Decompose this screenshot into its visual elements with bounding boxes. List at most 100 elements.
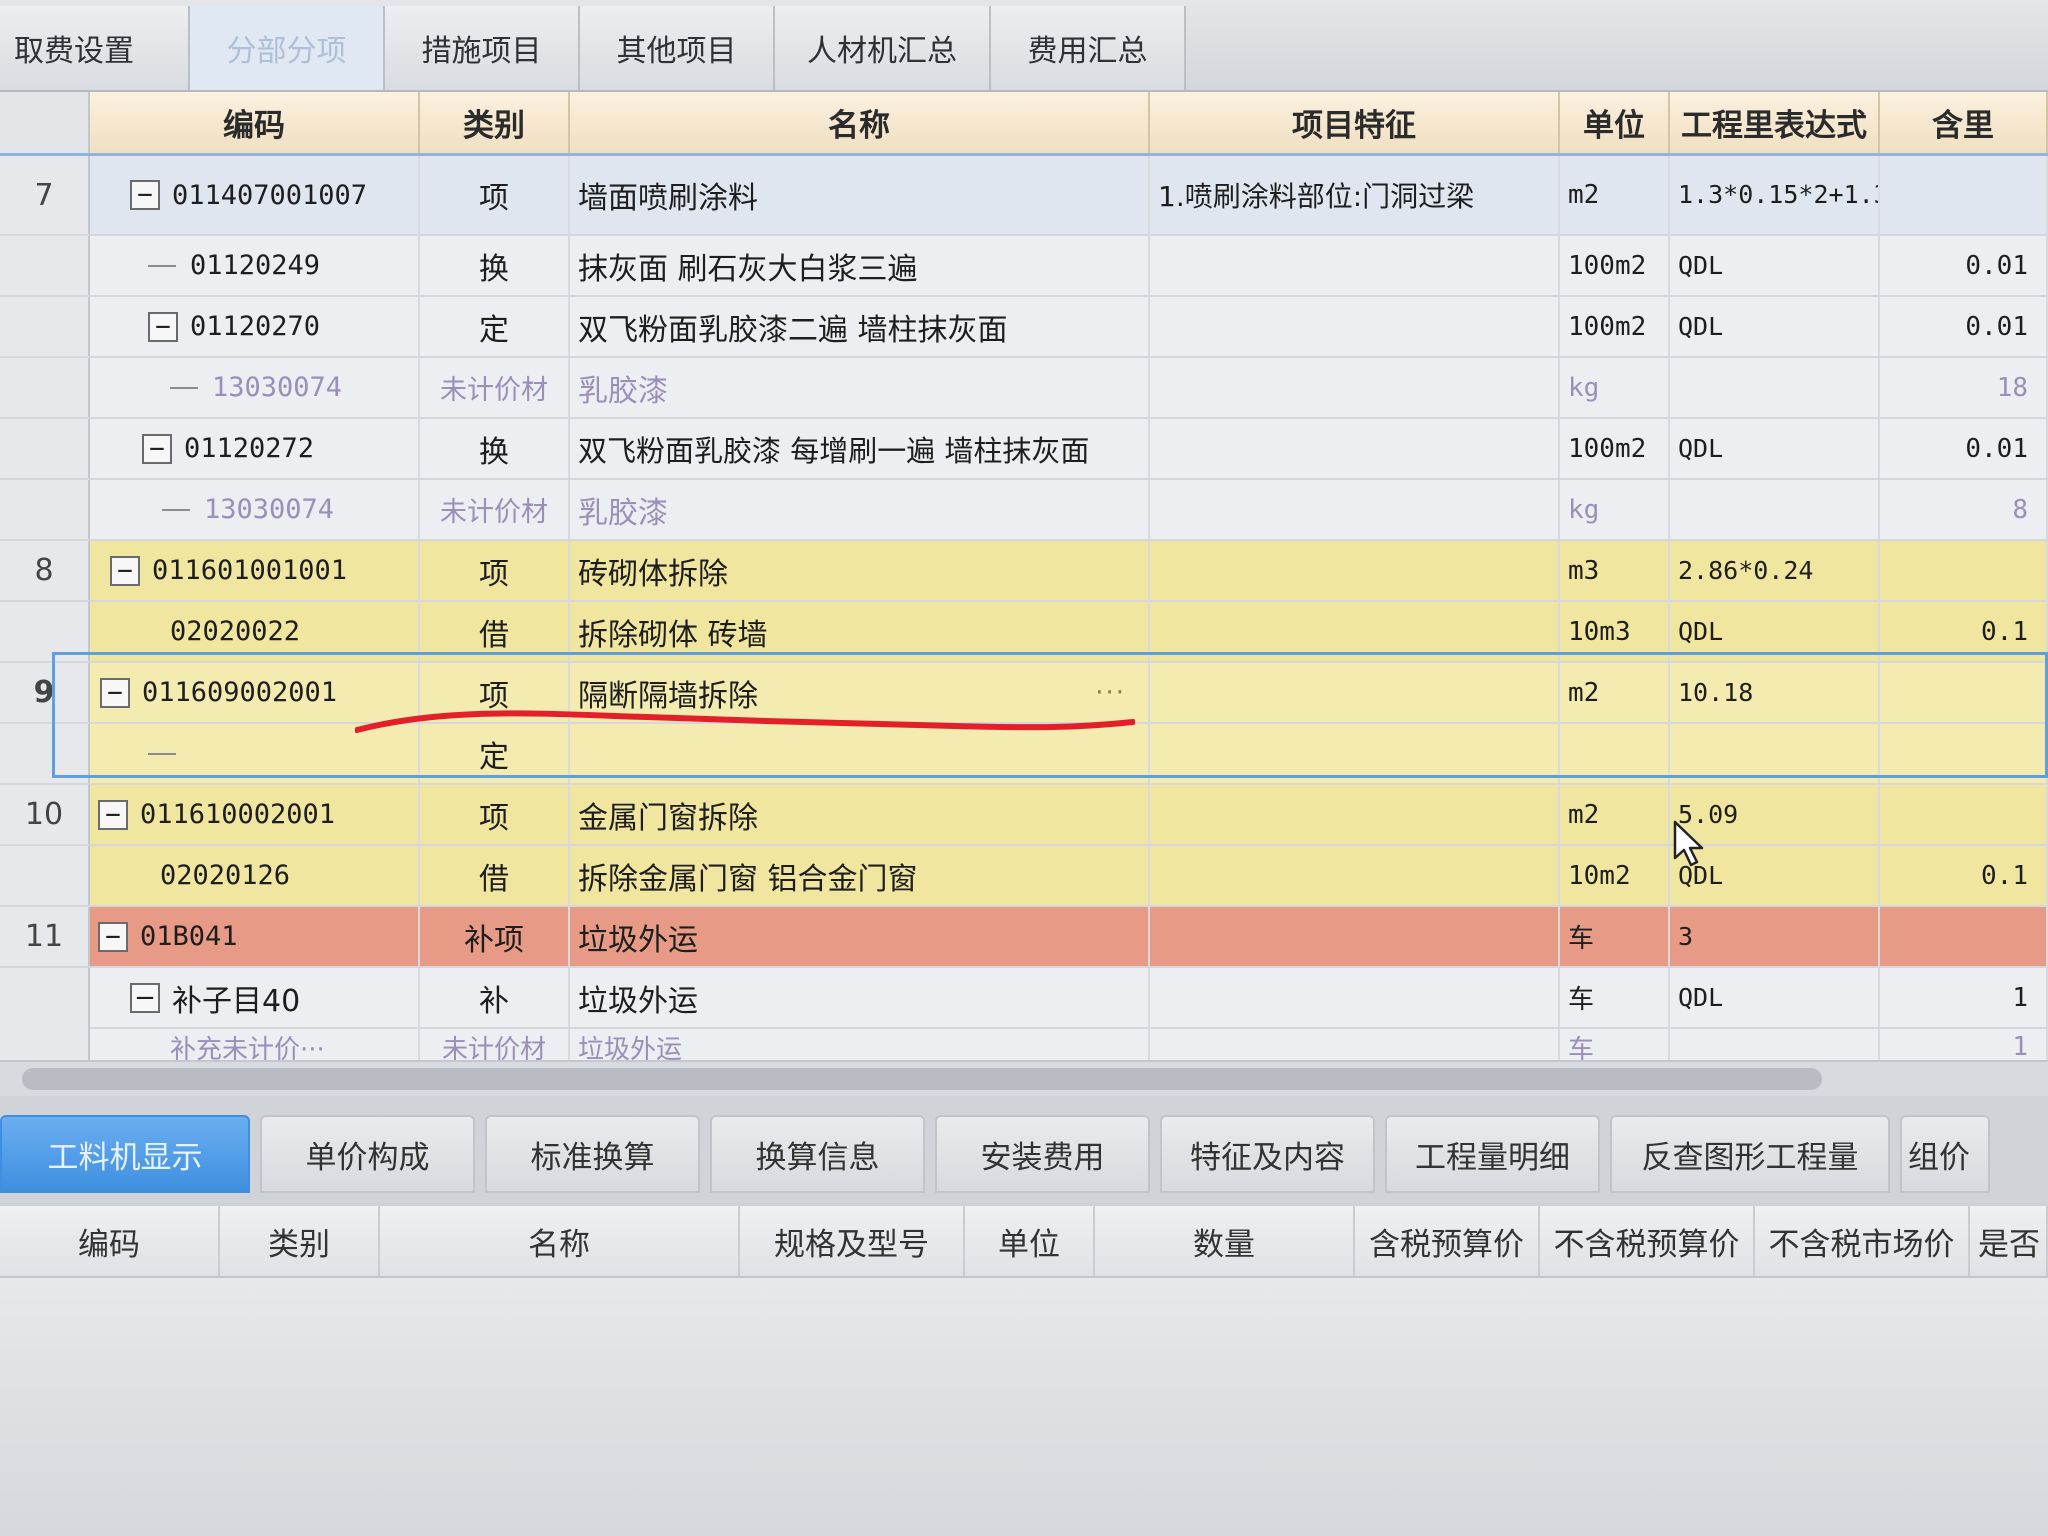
collapse-minus-icon[interactable]: −	[142, 433, 172, 464]
feature-cell[interactable]	[1150, 785, 1560, 844]
expression-cell[interactable]: 2.86*0.24	[1670, 541, 1880, 600]
table-row[interactable]: − 补子目40 补 垃圾外运 车 QDL 1	[0, 968, 2048, 1029]
tab-features-content[interactable]: 特征及内容	[1160, 1115, 1375, 1193]
detail-header-notax-market[interactable]: 不含税市场价	[1755, 1206, 1970, 1276]
quantity-cell[interactable]	[1880, 907, 2048, 966]
quantity-cell[interactable]: 0.1	[1880, 602, 2048, 661]
collapse-minus-icon[interactable]: −	[98, 921, 128, 952]
tab-labor-material-display[interactable]: 工料机显示	[0, 1115, 250, 1193]
code-cell[interactable]	[90, 724, 420, 783]
code-cell[interactable]: −01120272	[90, 419, 420, 478]
tab-reverse-lookup-quantity[interactable]: 反查图形工程量	[1610, 1115, 1890, 1193]
name-cell[interactable]	[570, 724, 1150, 783]
code-cell[interactable]: −01B041	[90, 907, 420, 966]
type-cell[interactable]: 换	[420, 236, 570, 295]
name-cell[interactable]: 垃圾外运	[570, 968, 1150, 1027]
table-row[interactable]: 02020022 借 拆除砌体 砖墙 10m3 QDL 0.1	[0, 602, 2048, 663]
expression-cell[interactable]: 10.18	[1670, 663, 1880, 722]
quantity-cell[interactable]: 8	[1880, 480, 2048, 539]
expression-cell[interactable]: QDL	[1670, 602, 1880, 661]
tab-installation-fees[interactable]: 安装费用	[935, 1115, 1150, 1193]
detail-header-name[interactable]: 名称	[380, 1206, 740, 1276]
collapse-minus-icon[interactable]: −	[110, 555, 140, 586]
name-cell[interactable]: 拆除砌体 砖墙	[570, 602, 1150, 661]
header-quantity[interactable]: 含里	[1880, 92, 2048, 153]
unit-cell[interactable]: 100m2	[1560, 297, 1670, 356]
unit-cell[interactable]: kg	[1560, 358, 1670, 417]
collapse-minus-icon[interactable]: −	[148, 311, 178, 342]
code-cell[interactable]: −011610002001	[90, 785, 420, 844]
code-cell[interactable]: −011601001001	[90, 541, 420, 600]
code-cell[interactable]: 01120249	[90, 236, 420, 295]
expression-cell[interactable]: 1.3*0.15*2+1.3*0.24	[1670, 156, 1880, 234]
quantity-cell[interactable]: 1	[1880, 968, 2048, 1027]
table-row[interactable]: 8 −011601001001 项 砖砌体拆除 m3 2.86*0.24	[0, 541, 2048, 602]
tab-cost-summary[interactable]: 费用汇总	[991, 6, 1186, 90]
detail-header-quantity[interactable]: 数量	[1095, 1206, 1355, 1276]
tab-pricing[interactable]: 组价	[1900, 1115, 1990, 1193]
tab-measures[interactable]: 措施项目	[385, 6, 580, 90]
tab-quantity-details[interactable]: 工程量明细	[1385, 1115, 1600, 1193]
tab-conversion-info[interactable]: 换算信息	[710, 1115, 925, 1193]
detail-header-code[interactable]: 编码	[0, 1206, 220, 1276]
expression-cell[interactable]: QDL	[1670, 236, 1880, 295]
unit-cell[interactable]: 100m2	[1560, 236, 1670, 295]
expression-cell[interactable]	[1670, 480, 1880, 539]
type-cell[interactable]: 未计价材	[420, 358, 570, 417]
quantity-cell[interactable]	[1880, 663, 2048, 722]
header-name[interactable]: 名称	[570, 92, 1150, 153]
unit-cell[interactable]: 10m2	[1560, 846, 1670, 905]
table-row[interactable]: 7 −011407001007 项 墙面喷刷涂料 1.喷刷涂料部位:门洞过梁 m…	[0, 156, 2048, 236]
quantity-cell[interactable]: 0.01	[1880, 236, 2048, 295]
type-cell[interactable]: 定	[420, 724, 570, 783]
feature-cell[interactable]	[1150, 724, 1560, 783]
feature-cell[interactable]	[1150, 602, 1560, 661]
code-cell[interactable]: −011407001007	[90, 156, 420, 234]
name-cell[interactable]: 拆除金属门窗 铝合金门窗	[570, 846, 1150, 905]
collapse-minus-icon[interactable]: −	[130, 982, 160, 1013]
expression-cell[interactable]	[1670, 358, 1880, 417]
expression-cell[interactable]: 3	[1670, 907, 1880, 966]
table-row[interactable]: 10 −011610002001 项 金属门窗拆除 m2 5.09	[0, 785, 2048, 846]
table-row[interactable]: −01120272 换 双飞粉面乳胶漆 每增刷一遍 墙柱抹灰面 100m2 QD…	[0, 419, 2048, 480]
unit-cell[interactable]: m3	[1560, 541, 1670, 600]
feature-cell[interactable]	[1150, 541, 1560, 600]
feature-cell[interactable]	[1150, 297, 1560, 356]
name-cell[interactable]: 金属门窗拆除	[570, 785, 1150, 844]
feature-cell[interactable]	[1150, 846, 1560, 905]
code-cell[interactable]: −011609002001	[90, 663, 420, 722]
unit-cell[interactable]: 车	[1560, 907, 1670, 966]
horizontal-scrollbar[interactable]	[0, 1060, 2048, 1096]
type-cell[interactable]: 项	[420, 541, 570, 600]
collapse-minus-icon[interactable]: −	[100, 677, 130, 708]
quantity-cell[interactable]: 0.01	[1880, 297, 2048, 356]
name-cell[interactable]: 双飞粉面乳胶漆二遍 墙柱抹灰面	[570, 297, 1150, 356]
feature-cell[interactable]	[1150, 236, 1560, 295]
detail-header-type[interactable]: 类别	[220, 1206, 380, 1276]
type-cell[interactable]: 借	[420, 846, 570, 905]
name-cell[interactable]: 砖砌体拆除	[570, 541, 1150, 600]
type-cell[interactable]: 借	[420, 602, 570, 661]
quantity-cell[interactable]	[1880, 541, 2048, 600]
name-cell[interactable]: 双飞粉面乳胶漆 每增刷一遍 墙柱抹灰面	[570, 419, 1150, 478]
type-cell[interactable]: 补项	[420, 907, 570, 966]
feature-cell[interactable]	[1150, 480, 1560, 539]
header-unit[interactable]: 单位	[1560, 92, 1670, 153]
expression-cell[interactable]	[1670, 724, 1880, 783]
feature-cell[interactable]	[1150, 907, 1560, 966]
table-row[interactable]: 定	[0, 724, 2048, 785]
expression-cell[interactable]: QDL	[1670, 297, 1880, 356]
scrollbar-thumb[interactable]	[22, 1068, 1822, 1090]
table-row[interactable]: 13030074 未计价材 乳胶漆 kg 18	[0, 358, 2048, 419]
header-type[interactable]: 类别	[420, 92, 570, 153]
detail-header-spec[interactable]: 规格及型号	[740, 1206, 965, 1276]
table-row[interactable]: 01120249 换 抹灰面 刷石灰大白浆三遍 100m2 QDL 0.01	[0, 236, 2048, 297]
type-cell[interactable]: 项	[420, 785, 570, 844]
table-row[interactable]: 11 −01B041 补项 垃圾外运 车 3	[0, 907, 2048, 968]
code-cell[interactable]: 13030074	[90, 358, 420, 417]
tab-unit-price-composition[interactable]: 单价构成	[260, 1115, 475, 1193]
table-row[interactable]: −01120270 定 双飞粉面乳胶漆二遍 墙柱抹灰面 100m2 QDL 0.…	[0, 297, 2048, 358]
unit-cell[interactable]: m2	[1560, 156, 1670, 234]
code-cell[interactable]: −01120270	[90, 297, 420, 356]
tab-standard-conversion[interactable]: 标准换算	[485, 1115, 700, 1193]
